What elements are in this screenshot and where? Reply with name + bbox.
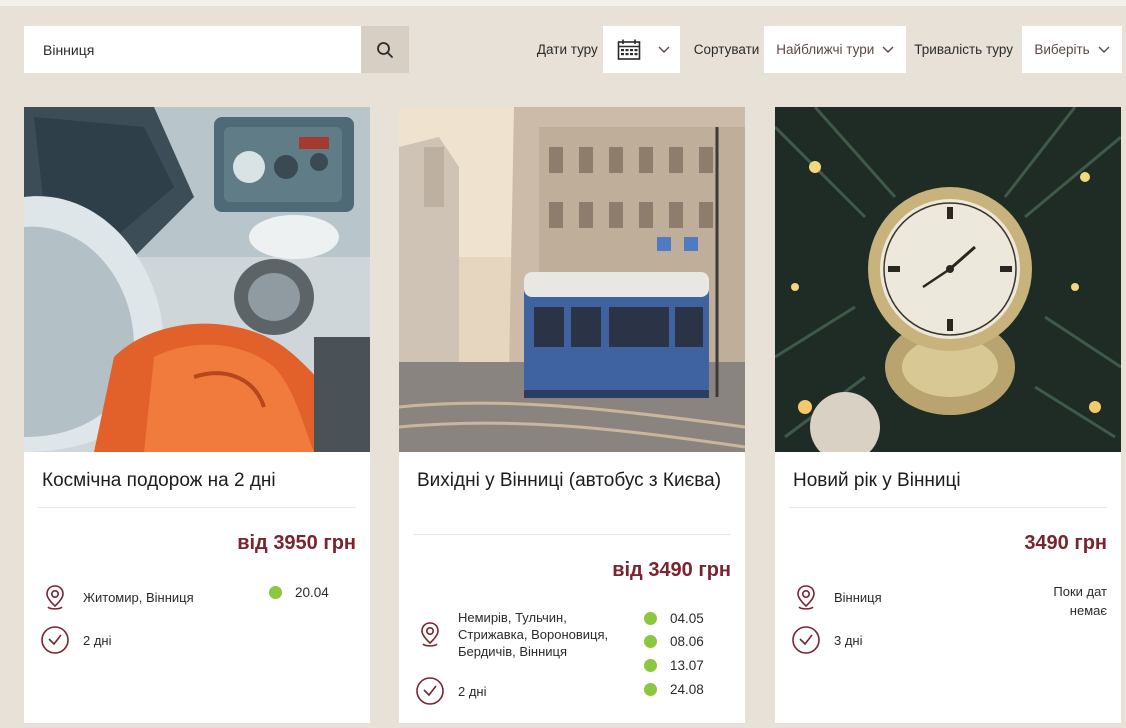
search-icon	[377, 41, 393, 58]
tour-duration: 2 дні	[458, 684, 487, 699]
duration-value: Виберіть	[1034, 42, 1090, 57]
clock-icon	[416, 677, 444, 705]
tour-date: 20.04	[295, 585, 329, 600]
tour-date: 08.06	[670, 634, 704, 649]
no-dates-line: немає	[1069, 603, 1107, 618]
clock-icon	[41, 626, 69, 654]
tour-date-item[interactable]: 20.04	[269, 585, 329, 600]
tour-date-item[interactable]: 04.05	[644, 611, 704, 626]
filter-bar: Дати туру Сортувати Найближчі тури Трива…	[24, 26, 1122, 73]
chevron-down-icon	[1098, 46, 1110, 53]
tour-price: від 3490 грн	[612, 559, 731, 582]
price-prefix: від	[237, 532, 268, 554]
tour-location: Житомир, Вінниця	[83, 590, 194, 605]
sort-label: Сортувати	[693, 42, 760, 57]
duration-dropdown[interactable]: Виберіть	[1022, 26, 1122, 73]
tour-photo-tram[interactable]	[399, 107, 745, 452]
tour-location-line: Немирів, Тульчин,	[458, 610, 567, 625]
tour-location-line: Бердичів, Вінниця	[458, 644, 567, 659]
chevron-down-icon	[882, 46, 894, 53]
no-dates-notice: Поки дат немає	[1017, 582, 1107, 620]
availability-dot	[644, 635, 657, 648]
top-strip	[0, 0, 1126, 6]
search-button[interactable]	[361, 26, 409, 73]
price-value: 3490 грн	[1024, 532, 1107, 554]
dates-label: Дати туру	[536, 42, 598, 57]
duration-label: Тривалість туру	[914, 42, 1013, 57]
tour-date: 13.07	[670, 658, 704, 673]
tour-title[interactable]: Космічна подорож на 2 дні	[42, 467, 352, 494]
tour-date-item[interactable]: 08.06	[644, 634, 704, 649]
sort-dropdown[interactable]: Найближчі тури	[764, 26, 907, 73]
tour-card-space-trip[interactable]: Космічна подорож на 2 дні від 3950 грн Ж…	[24, 107, 370, 723]
calendar-icon	[617, 39, 641, 60]
tour-photo-clock[interactable]	[775, 107, 1121, 452]
availability-dot	[644, 659, 657, 672]
tour-date-item[interactable]: 13.07	[644, 658, 704, 673]
location-pin-icon	[46, 585, 64, 610]
card-divider	[413, 534, 731, 535]
tour-location: Вінниця	[834, 590, 882, 605]
tour-price: від 3950 грн	[237, 532, 356, 555]
availability-dot	[644, 683, 657, 696]
card-divider	[789, 507, 1107, 508]
sort-value: Найближчі тури	[776, 42, 875, 57]
availability-dot	[269, 586, 282, 599]
tour-date: 04.05	[670, 611, 704, 626]
tour-card-vinnytsia-weekend[interactable]: Вихідні у Вінниці (автобус з Києва) від …	[399, 107, 745, 723]
tour-title[interactable]: Вихідні у Вінниці (автобус з Києва)	[417, 467, 727, 494]
tour-card-new-year[interactable]: Новий рік у Вінниці 3490 грн Вінниця Пок…	[775, 107, 1121, 723]
card-divider	[38, 507, 356, 508]
tour-date-item[interactable]: 24.08	[644, 682, 704, 697]
tour-location-line: Стрижавка, Вороновиця,	[458, 627, 609, 642]
dates-dropdown[interactable]	[602, 26, 680, 73]
price-value: 3490 грн	[648, 559, 731, 581]
search-input[interactable]	[24, 26, 361, 73]
price-prefix: від	[612, 559, 643, 581]
price-value: 3950 грн	[273, 532, 356, 554]
tour-duration: 2 дні	[83, 633, 112, 648]
tour-price: 3490 грн	[1024, 532, 1107, 555]
tour-title[interactable]: Новий рік у Вінниці	[793, 467, 1103, 494]
tour-date: 24.08	[670, 682, 704, 697]
location-pin-icon	[797, 585, 815, 610]
clock-icon	[792, 626, 820, 654]
chevron-down-icon	[658, 46, 670, 53]
availability-dot	[644, 612, 657, 625]
location-pin-icon	[421, 622, 439, 647]
no-dates-line: Поки дат	[1053, 584, 1107, 599]
tour-duration: 3 дні	[834, 633, 863, 648]
tour-photo-cosmonaut[interactable]	[24, 107, 370, 452]
